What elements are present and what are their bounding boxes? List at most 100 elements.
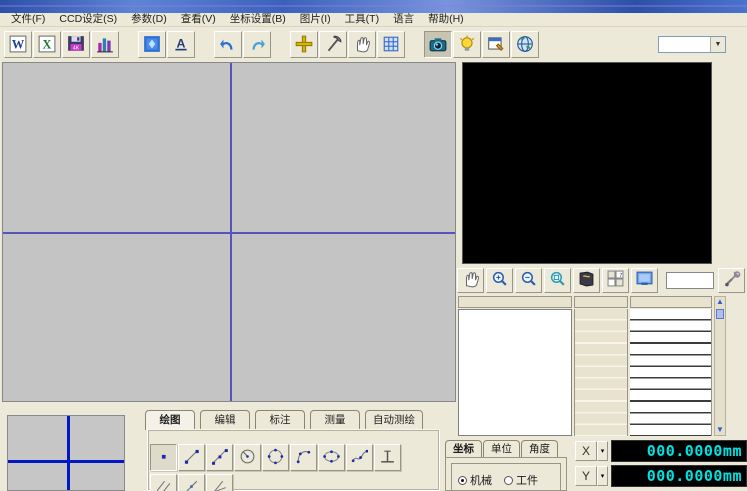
menu-item-5[interactable]: 坐标设置(B)	[223, 13, 293, 26]
camera-toolbar: 7	[457, 266, 747, 294]
navigator-vertical-line	[67, 416, 70, 490]
results-area: ▲ ▼	[458, 296, 724, 437]
display-button[interactable]	[631, 268, 658, 293]
scroll-up-icon[interactable]: ▲	[715, 297, 725, 307]
chevron-down-icon[interactable]: ▼	[710, 37, 725, 52]
zoom-out-button[interactable]	[515, 268, 542, 293]
results-header-3	[630, 296, 712, 308]
spline-icon	[351, 448, 368, 468]
menu-item-2[interactable]: CCD设定(S)	[52, 13, 124, 26]
radio-工件[interactable]: 工件	[504, 472, 538, 488]
arc-tool-button[interactable]	[290, 444, 317, 471]
navigator-view[interactable]	[7, 415, 125, 491]
parallel-tool-button[interactable]	[150, 474, 177, 491]
undo-button[interactable]	[214, 31, 242, 58]
zoom-out-icon	[520, 270, 537, 290]
menu-item-6[interactable]: 图片(I)	[293, 13, 338, 26]
polyline-tool-button[interactable]	[206, 444, 233, 471]
probe-button[interactable]	[319, 31, 347, 58]
navigator-horizontal-line	[8, 460, 124, 463]
menu-item-7[interactable]: 工具(T)	[338, 13, 386, 26]
globe-icon	[516, 35, 534, 53]
axis-X-button[interactable]: X	[575, 441, 597, 461]
hand-button[interactable]	[348, 31, 376, 58]
circle-points-tool-button[interactable]	[262, 444, 289, 471]
camera-input-field[interactable]	[666, 272, 714, 289]
font-button[interactable]: A	[167, 31, 195, 58]
wrench-button[interactable]	[718, 268, 745, 293]
hand-button[interactable]	[457, 268, 484, 293]
angle-tool-button[interactable]	[206, 474, 233, 491]
axis-Y-button[interactable]: Y	[575, 466, 597, 486]
midline-tool-button[interactable]	[178, 474, 205, 491]
results-header-1	[458, 296, 572, 308]
radio-label: 机械	[470, 472, 492, 488]
combobox-value	[659, 37, 710, 52]
midline-icon	[183, 478, 200, 491]
scroll-down-icon[interactable]: ▼	[715, 425, 725, 435]
perpendicular-icon	[379, 448, 396, 468]
save-button[interactable]: 4K	[62, 31, 90, 58]
camera-video-view[interactable]	[462, 62, 712, 264]
tab-标注[interactable]: 标注	[255, 410, 305, 429]
axis-Y-dropdown[interactable]: ▾	[597, 466, 608, 486]
menu-item-4[interactable]: 查看(V)	[174, 13, 223, 26]
spline-tool-button[interactable]	[346, 444, 373, 471]
coord-tab-单位[interactable]: 单位	[483, 440, 520, 457]
menu-item-8[interactable]: 语言	[386, 13, 421, 26]
draw-tools-row2	[150, 474, 234, 491]
results-scrollbar[interactable]: ▲ ▼	[714, 296, 726, 436]
zoom-in-button[interactable]	[486, 268, 513, 293]
angle-icon	[211, 478, 228, 491]
tab-绘图[interactable]: 绘图	[145, 410, 195, 430]
toolbar-group: WX4K	[4, 31, 120, 58]
tab-编辑[interactable]: 编辑	[200, 410, 250, 429]
word-button[interactable]: W	[4, 31, 32, 58]
feature-listbox[interactable]	[458, 309, 572, 436]
crosshair-horizontal-line	[3, 232, 455, 234]
results-label-column	[574, 309, 628, 436]
chart-button[interactable]	[91, 31, 119, 58]
axis-X-dropdown[interactable]: ▾	[597, 441, 608, 461]
coord-tab-strip: 坐标单位角度	[445, 440, 559, 457]
tab-测量[interactable]: 测量	[310, 410, 360, 429]
menu-item-3[interactable]: 参数(D)	[124, 13, 174, 26]
toolbar-group	[214, 31, 272, 58]
window-button[interactable]	[482, 31, 510, 58]
menu-item-1[interactable]: 文件(F)	[4, 13, 52, 26]
grid-button[interactable]	[377, 31, 405, 58]
coord-tab-角度[interactable]: 角度	[521, 440, 558, 457]
toolbar-group	[290, 31, 406, 58]
title-bar	[0, 0, 747, 13]
quad-button[interactable]: 7	[602, 268, 629, 293]
book-button[interactable]	[573, 268, 600, 293]
scrollbar-thumb[interactable]	[716, 309, 724, 319]
zoom-fit-icon	[549, 270, 566, 290]
report-button[interactable]	[138, 31, 166, 58]
zoom-fit-button[interactable]	[544, 268, 571, 293]
radio-dot	[458, 476, 467, 485]
toolbar-combobox[interactable]: ▼	[658, 36, 726, 53]
quad-icon: 7	[607, 270, 624, 290]
radio-机械[interactable]: 机械	[458, 472, 492, 488]
perpendicular-tool-button[interactable]	[374, 444, 401, 471]
crosshair-button[interactable]	[290, 31, 318, 58]
bulb-button[interactable]	[453, 31, 481, 58]
menu-item-9[interactable]: 帮助(H)	[421, 13, 471, 26]
radio-dot	[504, 476, 513, 485]
camera-button[interactable]	[424, 31, 452, 58]
line-tool-button[interactable]	[178, 444, 205, 471]
redo-button[interactable]	[243, 31, 271, 58]
point-icon	[155, 448, 172, 468]
circle-radius-tool-button[interactable]	[234, 444, 261, 471]
tab-自动测绘[interactable]: 自动测绘	[365, 410, 423, 429]
svg-text:7: 7	[619, 273, 622, 279]
cad-drawing-view[interactable]	[2, 62, 456, 402]
excel-button[interactable]: X	[33, 31, 61, 58]
ellipse-tool-button[interactable]	[318, 444, 345, 471]
bulb-icon	[458, 35, 476, 53]
coord-tab-坐标[interactable]: 坐标	[445, 440, 482, 457]
axis-X-display: 000.0000mm	[611, 440, 747, 462]
point-tool-button[interactable]	[150, 444, 177, 471]
globe-button[interactable]	[511, 31, 539, 58]
